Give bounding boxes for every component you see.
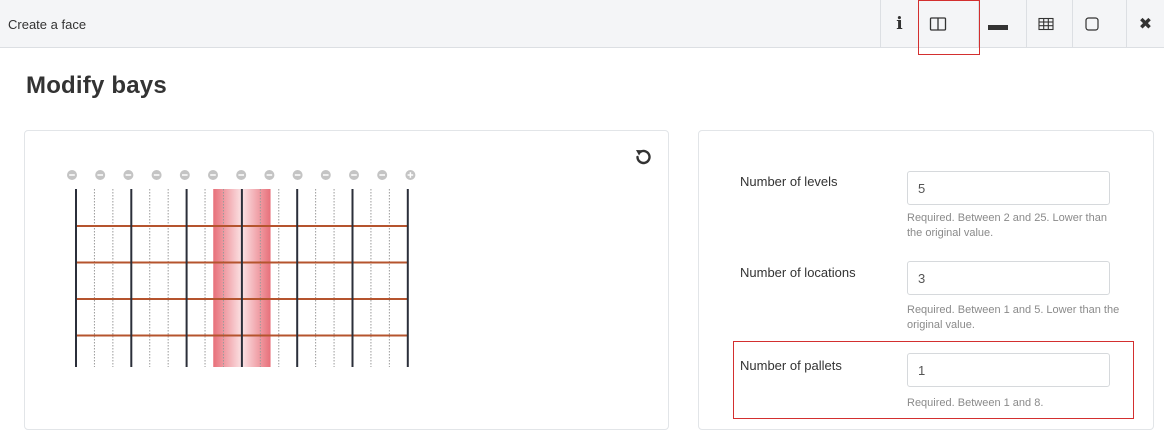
pallets-label: Number of pallets [740,358,842,373]
pallets-help: Required. Between 1 and 8. [907,397,1044,409]
pallets-input[interactable] [907,353,1110,387]
top-bar: Create a face i ✖ [0,0,1164,48]
levels-input[interactable] [907,171,1110,205]
locations-help: Required. Between 1 and 5. Lower than th… [907,304,1120,331]
page-title: Modify bays [26,72,167,99]
info-button[interactable]: i [880,0,918,48]
locations-label: Number of locations [740,265,856,280]
dialog-title: Create a face [8,17,87,32]
close-icon: ✖ [1138,16,1153,33]
bay-button[interactable] [978,0,1016,48]
info-icon: i [896,14,903,34]
horizontal-bar-icon [987,25,1008,30]
locations-input[interactable] [907,261,1110,295]
split-view-button[interactable] [918,0,956,48]
frame-button[interactable] [1072,0,1110,48]
rounded-square-icon [1084,17,1099,31]
columns-icon [929,17,946,31]
levels-label: Number of levels [740,174,838,189]
close-button[interactable]: ✖ [1126,0,1164,48]
table-grid-icon [1037,17,1054,31]
reset-rotate-icon[interactable] [632,146,654,168]
bay-diagram [67,170,416,367]
levels-help: Required. Between 2 and 25. Lower than t… [907,212,1107,239]
grid-button[interactable] [1026,0,1064,48]
